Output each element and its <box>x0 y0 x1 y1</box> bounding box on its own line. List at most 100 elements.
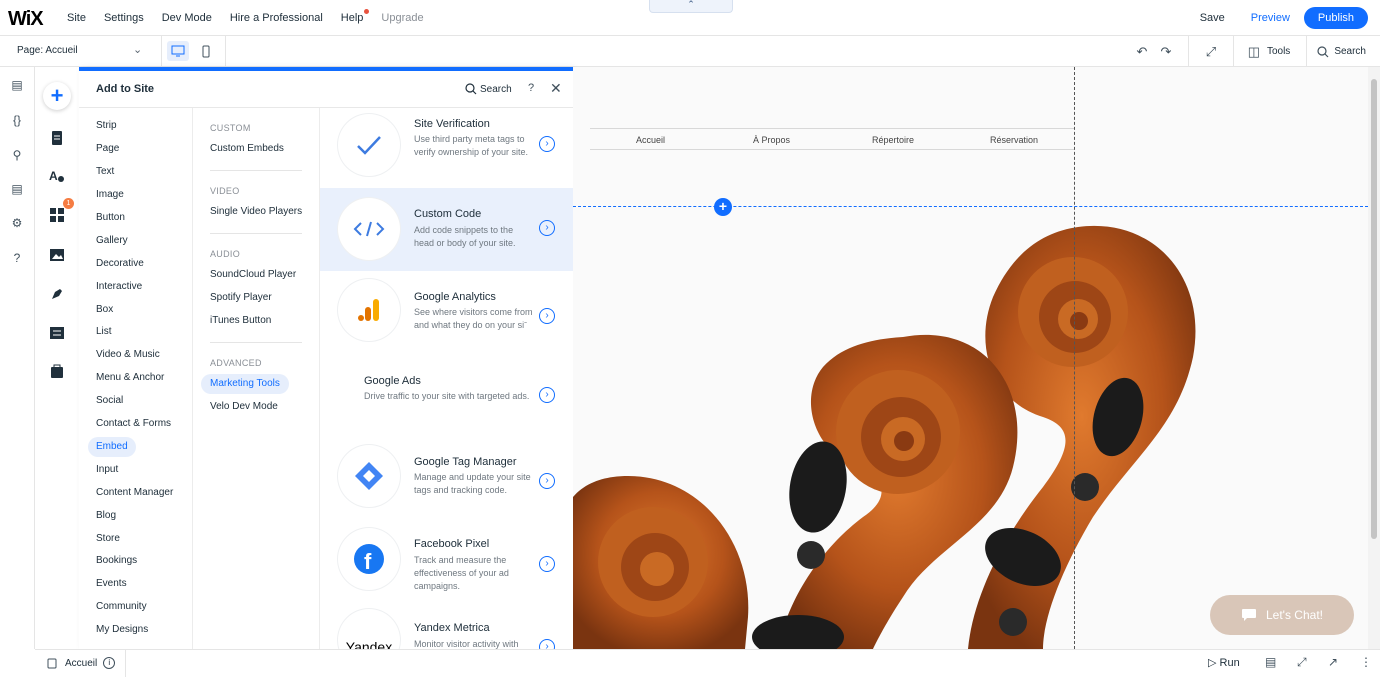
theme-icon[interactable]: A <box>49 168 65 184</box>
run-button[interactable]: ▷ Run <box>1208 656 1240 669</box>
subcategory-custom-embeds[interactable]: Custom Embeds <box>201 139 293 159</box>
close-icon[interactable]: ✕ <box>550 80 562 97</box>
category-button[interactable]: Button <box>88 208 133 228</box>
scrollbar-thumb[interactable] <box>1371 79 1377 539</box>
chevron-right-icon[interactable]: › <box>539 387 555 403</box>
category-content-manager[interactable]: Content Manager <box>88 483 181 503</box>
tools-button[interactable]: ◫ Tools <box>1246 44 1291 60</box>
violin-scrolls-image[interactable] <box>573 217 1368 649</box>
subcategory-soundcloud-player[interactable]: SoundCloud Player <box>201 265 305 285</box>
subcategory-single-video-players[interactable]: Single Video Players <box>201 202 311 222</box>
menu-help[interactable]: Help <box>341 9 370 24</box>
category-list[interactable]: List <box>88 322 120 342</box>
category-bookings[interactable]: Bookings <box>88 551 145 571</box>
code-icon[interactable]: {} <box>9 112 25 128</box>
search-icon <box>465 83 477 95</box>
save-button[interactable]: Save <box>1200 12 1225 24</box>
category-input[interactable]: Input <box>88 460 126 480</box>
category-gallery[interactable]: Gallery <box>88 231 136 251</box>
add-elements-button[interactable]: + <box>43 82 71 110</box>
app-market-icon[interactable] <box>49 363 65 379</box>
chevron-right-icon[interactable]: › <box>539 136 555 152</box>
more-options-icon[interactable]: ⋮ <box>1360 655 1372 669</box>
page-selector[interactable]: Page: Accueil <box>17 45 78 56</box>
category-interactive[interactable]: Interactive <box>88 277 150 297</box>
category-image[interactable]: Image <box>88 185 132 205</box>
cms-icon[interactable] <box>49 325 65 341</box>
subcategory-itunes-button[interactable]: iTunes Button <box>201 311 280 331</box>
chevron-right-icon[interactable]: › <box>539 308 555 324</box>
chevron-right-icon[interactable]: › <box>539 473 555 489</box>
info-icon[interactable]: i <box>103 657 116 669</box>
apps-icon[interactable] <box>49 207 65 223</box>
menu-settings[interactable]: Settings <box>104 12 144 24</box>
card-yandex-metrica[interactable]: Yandex Yandex Metrica Monitor visitor ac… <box>320 601 573 649</box>
current-page-indicator[interactable]: Accueil i <box>47 657 116 669</box>
category-events[interactable]: Events <box>88 574 135 594</box>
category-decorative[interactable]: Decorative <box>88 254 152 274</box>
site-menu-item[interactable]: Répertoire <box>872 135 914 145</box>
card-facebook-pixel[interactable]: f Facebook Pixel Track and measure the e… <box>320 518 573 598</box>
wix-logo[interactable]: WiX <box>8 8 44 31</box>
editor-canvas[interactable]: Accueil À Propos Répertoire Réservation <box>573 67 1368 649</box>
subcategory-velo-dev-mode[interactable]: Velo Dev Mode <box>201 397 287 417</box>
publish-button[interactable]: Publish <box>1303 7 1368 29</box>
card-custom-code[interactable]: Custom Code Add code snippets to the hea… <box>320 188 573 271</box>
category-social[interactable]: Social <box>88 391 131 411</box>
database-icon[interactable]: ▤ <box>9 181 25 197</box>
chevron-down-icon[interactable]: ⌄ <box>133 43 142 56</box>
zoom-out-icon[interactable]: ⤢ <box>1199 44 1223 60</box>
category-strip[interactable]: Strip <box>88 116 125 136</box>
category-store[interactable]: Store <box>88 529 128 549</box>
site-menu-item[interactable]: À Propos <box>753 135 790 145</box>
chevron-right-icon[interactable]: › <box>539 220 555 236</box>
help-icon[interactable]: ? <box>9 250 25 266</box>
category-community[interactable]: Community <box>88 597 155 617</box>
search-icon[interactable]: ⚲ <box>9 147 25 163</box>
category-embed[interactable]: Embed <box>88 437 136 457</box>
inspect-icon[interactable]: ▤ <box>1265 655 1276 669</box>
search-button[interactable]: Search <box>1317 45 1366 58</box>
card-google-tag-manager[interactable]: Google Tag Manager Manage and update you… <box>320 434 573 518</box>
category-text[interactable]: Text <box>88 162 122 182</box>
subcategory-marketing-tools[interactable]: Marketing Tools <box>201 374 289 394</box>
blog-pen-icon[interactable] <box>49 286 65 302</box>
card-google-analytics[interactable]: Google Analytics See where visitors come… <box>320 271 573 351</box>
redo-icon[interactable]: ↷ <box>1154 44 1178 60</box>
category-page[interactable]: Page <box>88 139 127 159</box>
expand-icon[interactable]: ⤢ <box>1297 655 1307 670</box>
panel-search-button[interactable]: Search <box>465 83 512 95</box>
menu-site[interactable]: Site <box>67 12 86 24</box>
chat-button[interactable]: Let's Chat! <box>1210 595 1354 635</box>
subcategory-spotify-player[interactable]: Spotify Player <box>201 288 281 308</box>
tools-icon[interactable]: ⚙ <box>9 215 25 231</box>
category-my-designs[interactable]: My Designs <box>88 620 156 640</box>
open-external-icon[interactable]: ↗ <box>1328 655 1338 669</box>
menu-upgrade[interactable]: Upgrade <box>381 12 423 24</box>
category-menu-anchor[interactable]: Menu & Anchor <box>88 368 172 388</box>
category-blog[interactable]: Blog <box>88 506 124 526</box>
page-icon[interactable] <box>49 130 65 146</box>
media-icon[interactable] <box>49 247 65 263</box>
chevron-right-icon[interactable]: › <box>539 556 555 572</box>
preview-button[interactable]: Preview <box>1251 12 1290 24</box>
mobile-view-button[interactable] <box>195 41 217 61</box>
canvas-scrollbar[interactable] <box>1368 67 1380 649</box>
category-video-music[interactable]: Video & Music <box>88 345 168 365</box>
category-contact-forms[interactable]: Contact & Forms <box>88 414 179 434</box>
chevron-right-icon[interactable]: › <box>539 639 555 649</box>
menu-dev-mode[interactable]: Dev Mode <box>162 12 212 24</box>
site-menu[interactable]: Accueil À Propos Répertoire Réservation <box>590 128 1074 150</box>
collapse-topbar-button[interactable]: ⌃ <box>649 0 733 13</box>
category-box[interactable]: Box <box>88 300 121 320</box>
menu-hire-professional[interactable]: Hire a Professional <box>230 12 323 24</box>
site-menu-item[interactable]: Accueil <box>636 135 665 145</box>
desktop-view-button[interactable] <box>167 41 189 61</box>
site-menu-item[interactable]: Réservation <box>990 135 1038 145</box>
card-site-verification[interactable]: Site Verification Use third party meta t… <box>320 108 573 186</box>
help-icon[interactable]: ? <box>528 82 534 94</box>
pages-icon[interactable]: ▤ <box>9 77 25 93</box>
card-google-ads[interactable]: Google Ads Drive traffic to your site wi… <box>320 354 573 434</box>
add-section-button[interactable]: + <box>714 198 732 216</box>
undo-icon[interactable]: ↶ <box>1130 44 1154 60</box>
